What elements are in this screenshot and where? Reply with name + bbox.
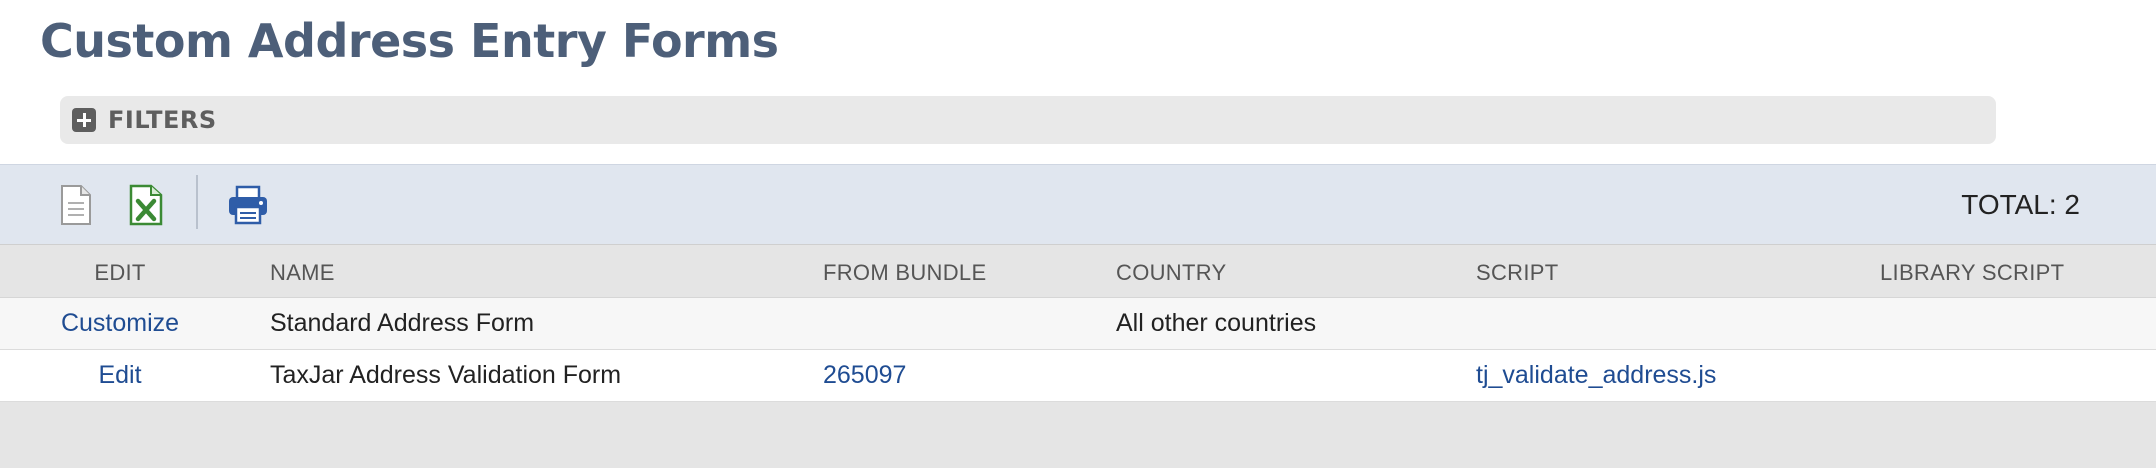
- total-count: TOTAL: 2: [1961, 189, 2080, 220]
- table-header: EDIT NAME FROM BUNDLE COUNTRY SCRIPT LIB…: [0, 244, 2156, 298]
- forms-table: EDIT NAME FROM BUNDLE COUNTRY SCRIPT LIB…: [0, 244, 2156, 402]
- column-header-library-script[interactable]: LIBRARY SCRIPT: [1880, 245, 2064, 297]
- list-toolbar: TOTAL: 2: [0, 164, 2156, 244]
- script-link[interactable]: tj_validate_address.js: [1476, 350, 1716, 401]
- expand-plus-icon[interactable]: [72, 108, 96, 132]
- print-icon[interactable]: [226, 183, 270, 227]
- customize-link[interactable]: Customize: [56, 298, 184, 349]
- column-header-edit[interactable]: EDIT: [56, 245, 184, 297]
- column-header-name[interactable]: NAME: [270, 245, 335, 297]
- column-header-country[interactable]: COUNTRY: [1116, 245, 1226, 297]
- document-icon[interactable]: [56, 183, 96, 227]
- column-header-script[interactable]: SCRIPT: [1476, 245, 1558, 297]
- filters-toggle[interactable]: FILTERS: [60, 96, 1996, 144]
- excel-export-icon[interactable]: [126, 183, 166, 227]
- form-name: TaxJar Address Validation Form: [270, 361, 622, 389]
- filters-label: FILTERS: [108, 106, 217, 134]
- edit-link[interactable]: Edit: [56, 350, 184, 401]
- table-row: Edit TaxJar Address Validation Form 2650…: [0, 350, 2156, 402]
- list-footer: [0, 402, 2156, 468]
- toolbar-separator: [196, 175, 198, 229]
- form-name: Standard Address Form: [270, 309, 535, 337]
- table-row: Customize Standard Address Form All othe…: [0, 298, 2156, 350]
- column-header-from-bundle[interactable]: FROM BUNDLE: [823, 245, 986, 297]
- country-value: All other countries: [1116, 309, 1317, 337]
- bundle-link[interactable]: 265097: [823, 350, 906, 401]
- page-title: Custom Address Entry Forms: [40, 14, 779, 68]
